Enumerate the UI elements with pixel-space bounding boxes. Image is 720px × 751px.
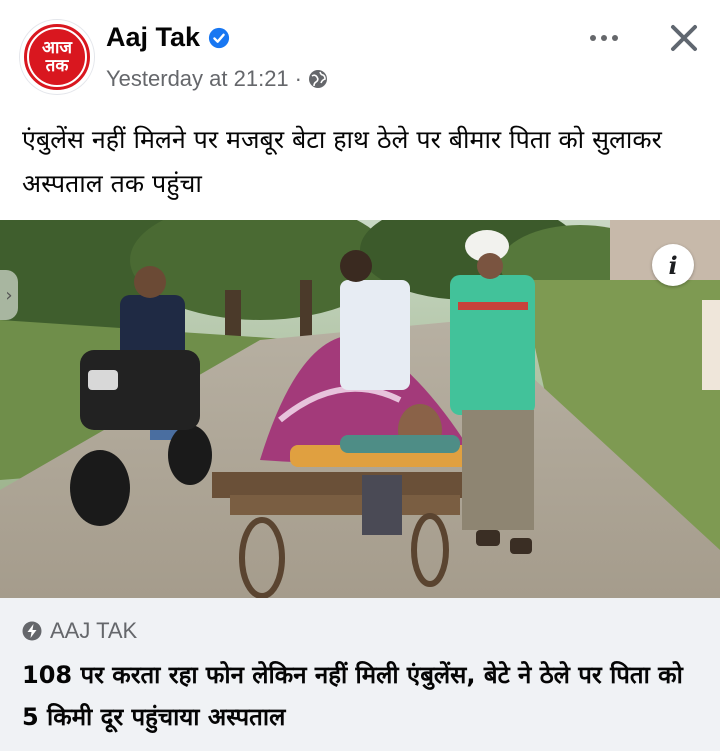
link-preview-card[interactable]: AAJ TAK 108 पर करता रहा फोन लेकिन नहीं म… xyxy=(0,598,720,751)
link-title[interactable]: 108 पर करता रहा फोन लेकिन नहीं मिली एंबु… xyxy=(22,654,702,738)
globe-icon[interactable] xyxy=(308,69,328,89)
carousel-prev-icon[interactable]: › xyxy=(0,270,18,320)
link-source-label: AAJ TAK xyxy=(50,618,138,643)
post-text: एंबुलेंस नहीं मिलने पर मजबूर बेटा हाथ ठे… xyxy=(22,125,662,198)
post-image[interactable] xyxy=(0,220,720,598)
close-icon[interactable] xyxy=(664,18,704,58)
more-options-icon[interactable] xyxy=(584,24,624,52)
info-icon[interactable]: i xyxy=(652,244,694,286)
post-timestamp[interactable]: Yesterday at 21:21 xyxy=(106,66,289,92)
page-avatar[interactable]: आज तक xyxy=(20,20,94,94)
verified-badge-icon xyxy=(208,27,230,48)
meta-separator: · xyxy=(294,66,302,91)
link-source: AAJ TAK xyxy=(22,618,137,644)
dot xyxy=(612,35,618,41)
post-meta: Yesterday at 21:21 · xyxy=(106,66,328,92)
avatar-logo: आज तक xyxy=(27,27,87,87)
post-photo-illustration xyxy=(0,220,720,598)
post-header: आज तक Aaj Tak Yesterday at 21:21 · xyxy=(0,0,720,108)
page-name-row[interactable]: Aaj Tak xyxy=(106,22,230,53)
bolt-icon xyxy=(22,621,42,641)
dot xyxy=(590,35,596,41)
page-name[interactable]: Aaj Tak xyxy=(106,22,200,53)
dot xyxy=(601,35,607,41)
avatar-logo-text: आज तक xyxy=(42,38,72,76)
